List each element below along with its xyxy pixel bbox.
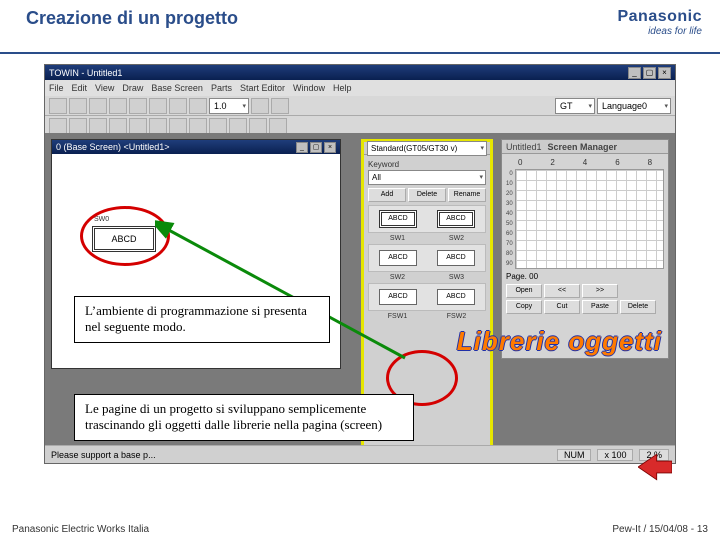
tool-icon[interactable] xyxy=(89,98,107,114)
toolbar-row-1: 1.0 GT Language0 xyxy=(45,96,675,116)
menu-item[interactable]: Edit xyxy=(72,83,88,93)
library-item[interactable]: ABCD xyxy=(437,289,475,305)
library-set-combo[interactable]: Standard(GT05/GT30 v) xyxy=(367,141,487,156)
mgr-cut-button[interactable]: Cut xyxy=(544,300,580,314)
tool-icon[interactable] xyxy=(209,118,227,134)
mgr-prev-button[interactable]: << xyxy=(544,284,580,298)
col-label: 2 xyxy=(540,158,564,167)
col-label: 6 xyxy=(605,158,629,167)
tool-icon[interactable] xyxy=(169,118,187,134)
library-big-label: Librerie oggetti xyxy=(457,326,662,357)
mgr-row-numbers: 0102030405060708090 xyxy=(506,169,513,269)
header: Creazione di un progetto Panasonic ideas… xyxy=(0,0,720,54)
tool-icon[interactable] xyxy=(129,118,147,134)
keyword-label: Keyword xyxy=(368,160,486,169)
close-icon[interactable]: × xyxy=(658,67,671,79)
mgr-copy-button[interactable]: Copy xyxy=(506,300,542,314)
keyword-combo[interactable]: All xyxy=(368,170,486,185)
tool-icon[interactable] xyxy=(109,118,127,134)
zoom-combo[interactable]: 1.0 xyxy=(209,98,249,114)
col-label: 8 xyxy=(638,158,662,167)
callout-2: Le pagine di un progetto si sviluppano s… xyxy=(74,394,414,441)
footer-left: Panasonic Electric Works Italia xyxy=(12,524,149,535)
tool-icon[interactable] xyxy=(149,98,167,114)
tool-icon[interactable] xyxy=(49,98,67,114)
mgr-columns: 0 2 4 6 8 xyxy=(506,158,664,169)
mgr-doc: Untitled1 xyxy=(506,142,542,152)
lib-delete-button[interactable]: Delete xyxy=(408,188,446,202)
tool-icon[interactable] xyxy=(189,118,207,134)
brand-tagline: ideas for life xyxy=(617,26,702,37)
lib-caption: SW2 xyxy=(449,235,464,242)
statusbar: Please support a base p... NUM x 100 2 % xyxy=(45,445,675,463)
tool-icon[interactable] xyxy=(109,98,127,114)
tool-icon[interactable] xyxy=(249,118,267,134)
app-title: TOWIN - Untitled1 xyxy=(49,68,122,78)
brand-name: Panasonic xyxy=(617,8,702,26)
menu-item[interactable]: Help xyxy=(333,83,352,93)
lib-rename-button[interactable]: Rename xyxy=(448,188,486,202)
lib-caption: FSW2 xyxy=(447,313,466,320)
tool-icon[interactable] xyxy=(189,98,207,114)
col-label: 0 xyxy=(508,158,532,167)
status-num: NUM xyxy=(557,449,592,461)
callout-1: L’ambiente di programmazione si presenta… xyxy=(74,296,330,343)
base-screen-title: 0 (Base Screen) <Untitled1> xyxy=(56,142,170,152)
library-item[interactable]: ABCD xyxy=(437,250,475,266)
base-screen-titlebar: 0 (Base Screen) <Untitled1> _ ▢ × xyxy=(52,140,340,154)
tool-icon[interactable] xyxy=(69,98,87,114)
menu-item[interactable]: View xyxy=(95,83,114,93)
mgr-open-button[interactable]: Open xyxy=(506,284,542,298)
status-zoom: x 100 xyxy=(597,449,633,461)
menu-item[interactable]: Draw xyxy=(122,83,143,93)
app-titlebar: TOWIN - Untitled1 _ ▢ × xyxy=(45,65,675,80)
screen-manager-titlebar: Untitled1 Screen Manager xyxy=(502,140,668,154)
tool-icon[interactable] xyxy=(251,98,269,114)
back-arrow-icon[interactable] xyxy=(638,452,672,482)
status-text: Please support a base p... xyxy=(51,450,156,460)
menubar[interactable]: File Edit View Draw Base Screen Parts St… xyxy=(45,80,675,96)
library-item[interactable]: ABCD xyxy=(437,210,475,228)
lib-add-button[interactable]: Add xyxy=(368,188,406,202)
tool-icon[interactable] xyxy=(149,118,167,134)
slide-title: Creazione di un progetto xyxy=(26,8,238,52)
minimize-icon[interactable]: _ xyxy=(628,67,641,79)
maximize-icon[interactable]: ▢ xyxy=(643,67,656,79)
mgr-delete-button[interactable]: Delete xyxy=(620,300,656,314)
tool-icon[interactable] xyxy=(169,98,187,114)
slide-root: Creazione di un progetto Panasonic ideas… xyxy=(0,0,720,540)
tool-icon[interactable] xyxy=(269,118,287,134)
footer-right: Pew-It / 15/04/08 - 13 xyxy=(612,524,708,535)
tool-icon[interactable] xyxy=(129,98,147,114)
menu-item[interactable]: Start Editor xyxy=(240,83,285,93)
menu-item[interactable]: Window xyxy=(293,83,325,93)
tool-icon[interactable] xyxy=(89,118,107,134)
mgr-paste-button[interactable]: Paste xyxy=(582,300,618,314)
tool-icon[interactable] xyxy=(229,118,247,134)
tool-icon[interactable] xyxy=(69,118,87,134)
mgr-page-label: Page. 00 xyxy=(506,272,664,281)
tool-icon[interactable] xyxy=(271,98,289,114)
library-tab[interactable]: Standard(GT05/GT30 v) xyxy=(364,142,490,155)
menu-item[interactable]: File xyxy=(49,83,64,93)
mgr-grid[interactable] xyxy=(515,169,664,269)
brand-block: Panasonic ideas for life xyxy=(617,8,702,52)
footer: Panasonic Electric Works Italia Pew-It /… xyxy=(0,518,720,540)
language-combo[interactable]: Language0 xyxy=(597,98,671,114)
minimize-icon[interactable]: _ xyxy=(296,142,308,153)
mgr-next-button[interactable]: >> xyxy=(582,284,618,298)
close-icon[interactable]: × xyxy=(324,142,336,153)
col-label: 4 xyxy=(573,158,597,167)
menu-item[interactable]: Parts xyxy=(211,83,232,93)
lib-caption: SW3 xyxy=(449,274,464,281)
model-combo[interactable]: GT xyxy=(555,98,595,114)
mgr-title: Screen Manager xyxy=(548,142,618,152)
tool-icon[interactable] xyxy=(49,118,67,134)
menu-item[interactable]: Base Screen xyxy=(151,83,203,93)
drag-arrow-icon xyxy=(155,218,415,368)
maximize-icon[interactable]: ▢ xyxy=(310,142,322,153)
